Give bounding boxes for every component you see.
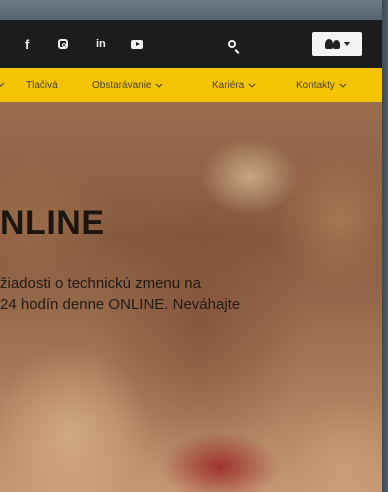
nav-item-tlaciva[interactable]: Tlačivá — [26, 68, 58, 102]
browser-frame-top — [0, 0, 388, 20]
browser-frame-right — [382, 0, 388, 492]
facebook-icon[interactable]: f — [25, 20, 29, 68]
youtube-icon[interactable] — [131, 20, 143, 68]
hero-title: NLINE — [0, 204, 105, 242]
linkedin-icon[interactable]: in — [96, 20, 106, 68]
search-icon[interactable] — [228, 20, 236, 68]
nav-item-label: Kariéra — [212, 79, 245, 91]
nav-item-label: Obstarávanie — [92, 79, 152, 91]
nav-item-kontakty[interactable]: Kontakty — [296, 68, 347, 102]
hero-text-line: žiadosti o technickú zmenu na — [0, 275, 201, 292]
user-menu-button[interactable] — [312, 32, 362, 56]
hero-text-line: 24 hodín denne ONLINE. Neváhajte — [0, 296, 241, 313]
chevron-down-icon — [248, 80, 256, 88]
chevron-down-icon — [339, 80, 347, 88]
nav-item-label: Tlačivá — [26, 79, 58, 91]
caret-down-icon — [343, 42, 350, 46]
web-page: f in Tlačivá Obstarávanie Kariéra Kontak… — [0, 20, 382, 492]
hero-banner: NLINE žiadosti o technickú zmenu na 24 h… — [0, 102, 382, 492]
chevron-down-icon[interactable] — [0, 79, 5, 87]
top-bar: f in — [0, 20, 382, 68]
main-nav: Tlačivá Obstarávanie Kariéra Kontakty — [0, 68, 382, 102]
hero-text: žiadosti o technickú zmenu na 24 hodín d… — [0, 273, 240, 315]
hero-background-blur — [160, 432, 280, 492]
chevron-down-icon — [155, 80, 163, 88]
instagram-icon[interactable] — [58, 20, 68, 68]
nav-item-label: Kontakty — [296, 79, 335, 91]
nav-item-kariera[interactable]: Kariéra — [212, 68, 256, 102]
nav-item-obstaravanie[interactable]: Obstarávanie — [92, 68, 163, 102]
users-icon — [324, 39, 341, 49]
